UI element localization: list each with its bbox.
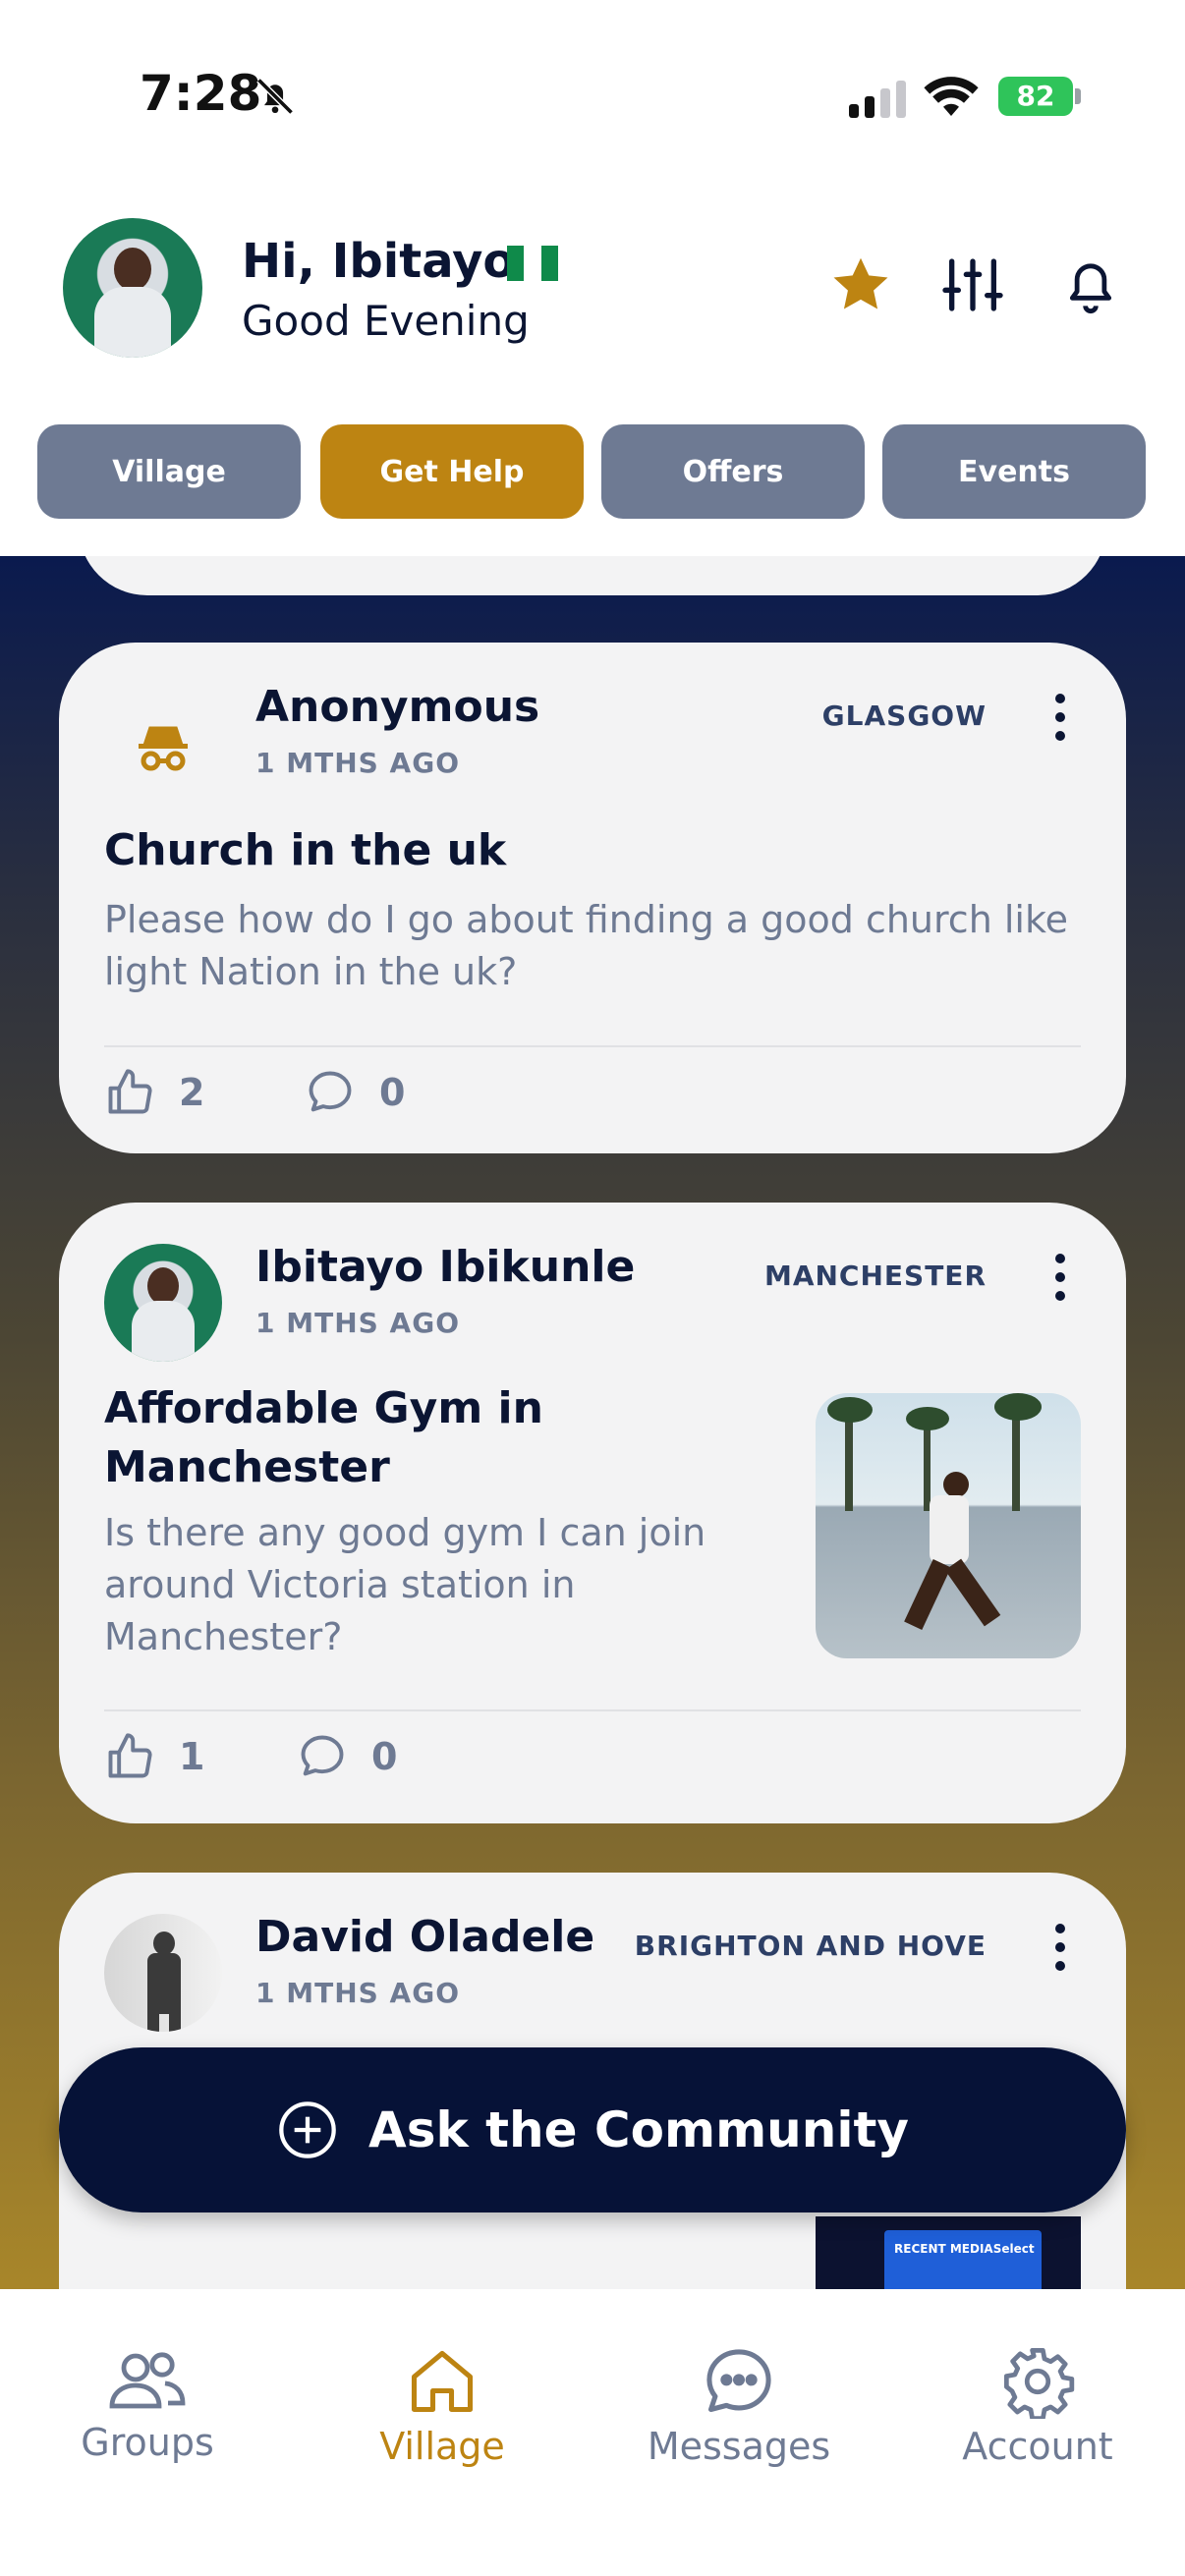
nav-label: Groups	[81, 2421, 214, 2464]
post-card[interactable]: Anonymous 1 MTHS AGO GLASGOW Church in t…	[59, 643, 1126, 1153]
post-location: BRIGHTON AND HOVE	[634, 1930, 987, 1962]
comment-button[interactable]: 0	[297, 1731, 397, 1782]
subgreeting: Good Evening	[242, 297, 530, 345]
like-count: 2	[179, 1071, 205, 1114]
home-icon	[411, 2350, 474, 2413]
post-body: Please how do I go about finding a good …	[104, 898, 1069, 993]
comment-icon	[301, 1735, 344, 1776]
like-button[interactable]: 2	[104, 1067, 204, 1118]
greeting: Hi, Ibitayo	[242, 234, 516, 289]
comment-button[interactable]: 0	[305, 1067, 405, 1118]
post-title[interactable]: Church in the uk	[104, 821, 506, 880]
post-location: GLASGOW	[821, 700, 987, 732]
ask-community-label: Ask the Community	[368, 2101, 909, 2158]
comment-count: 0	[379, 1071, 406, 1114]
more-options-icon[interactable]	[1055, 694, 1067, 750]
tab-offers[interactable]: Offers	[601, 424, 865, 519]
post-card-partial[interactable]	[79, 556, 1106, 595]
thumbnail-caption: RECENT MEDIASelect	[894, 2242, 1035, 2256]
nav-village[interactable]: Village	[295, 2344, 590, 2468]
bell-off-icon	[256, 78, 294, 115]
status-time: 7:28	[140, 65, 262, 122]
nav-account[interactable]: Account	[890, 2344, 1185, 2468]
chat-bubble-icon	[706, 2349, 771, 2413]
battery-indicator: 82	[998, 77, 1081, 116]
post-card[interactable]: Ibitayo Ibikunle 1 MTHS AGO MANCHESTER A…	[59, 1203, 1126, 1823]
post-author[interactable]: Ibitayo Ibikunle	[255, 1242, 635, 1292]
nav-messages[interactable]: Messages	[592, 2344, 886, 2468]
battery-level: 82	[1016, 80, 1055, 112]
star-icon[interactable]	[829, 253, 892, 316]
ask-community-button[interactable]: Ask the Community	[59, 2047, 1126, 2212]
post-time: 1 MTHS AGO	[255, 1307, 460, 1339]
post-body: Is there any good gym I can join around …	[104, 1511, 706, 1658]
post-author[interactable]: Anonymous	[255, 682, 539, 732]
divider	[104, 1045, 1081, 1047]
plus-circle-icon	[279, 2101, 336, 2158]
nav-label: Account	[962, 2425, 1113, 2468]
post-time: 1 MTHS AGO	[255, 747, 460, 779]
like-count: 1	[179, 1735, 205, 1778]
post-location: MANCHESTER	[763, 1260, 987, 1292]
author-avatar[interactable]	[104, 1244, 222, 1362]
status-bar: 7:28 82	[0, 0, 1185, 196]
tab-get-help[interactable]: Get Help	[320, 424, 584, 519]
thumbs-up-icon	[108, 1733, 152, 1778]
post-thumbnail[interactable]	[816, 1393, 1081, 1658]
post-thumbnail[interactable]: RECENT MEDIASelect	[816, 2216, 1081, 2289]
divider	[104, 1709, 1081, 1711]
gear-icon	[1003, 2347, 1075, 2419]
notification-bell-icon[interactable]	[1059, 253, 1122, 316]
profile-avatar[interactable]	[63, 218, 202, 358]
tab-village[interactable]: Village	[37, 424, 301, 519]
post-title[interactable]: Affordable Gym in Manchester	[104, 1379, 694, 1497]
comment-count: 0	[371, 1735, 398, 1778]
nav-groups[interactable]: Groups	[0, 2344, 295, 2464]
more-options-icon[interactable]	[1055, 1924, 1067, 1980]
bottom-nav: Groups Village Messages Account	[0, 2289, 1185, 2576]
nigeria-flag-icon	[507, 246, 558, 281]
comment-icon	[309, 1071, 352, 1112]
nav-label: Village	[379, 2425, 505, 2468]
wifi-icon	[924, 77, 979, 116]
post-author[interactable]: David Oladele	[255, 1912, 594, 1962]
incognito-icon	[139, 726, 188, 771]
anonymous-avatar	[104, 690, 222, 808]
tab-events[interactable]: Events	[882, 424, 1146, 519]
nav-label: Messages	[647, 2425, 831, 2468]
like-button[interactable]: 1	[104, 1731, 204, 1782]
thumbs-up-icon	[108, 1069, 152, 1114]
more-options-icon[interactable]	[1055, 1254, 1067, 1310]
author-avatar[interactable]	[104, 1914, 222, 2032]
users-icon	[109, 2352, 186, 2409]
cellular-signal-icon	[849, 81, 906, 118]
filter-sliders-icon[interactable]	[941, 253, 1004, 316]
feed[interactable]: Anonymous 1 MTHS AGO GLASGOW Church in t…	[0, 556, 1185, 2289]
post-time: 1 MTHS AGO	[255, 1977, 460, 2009]
